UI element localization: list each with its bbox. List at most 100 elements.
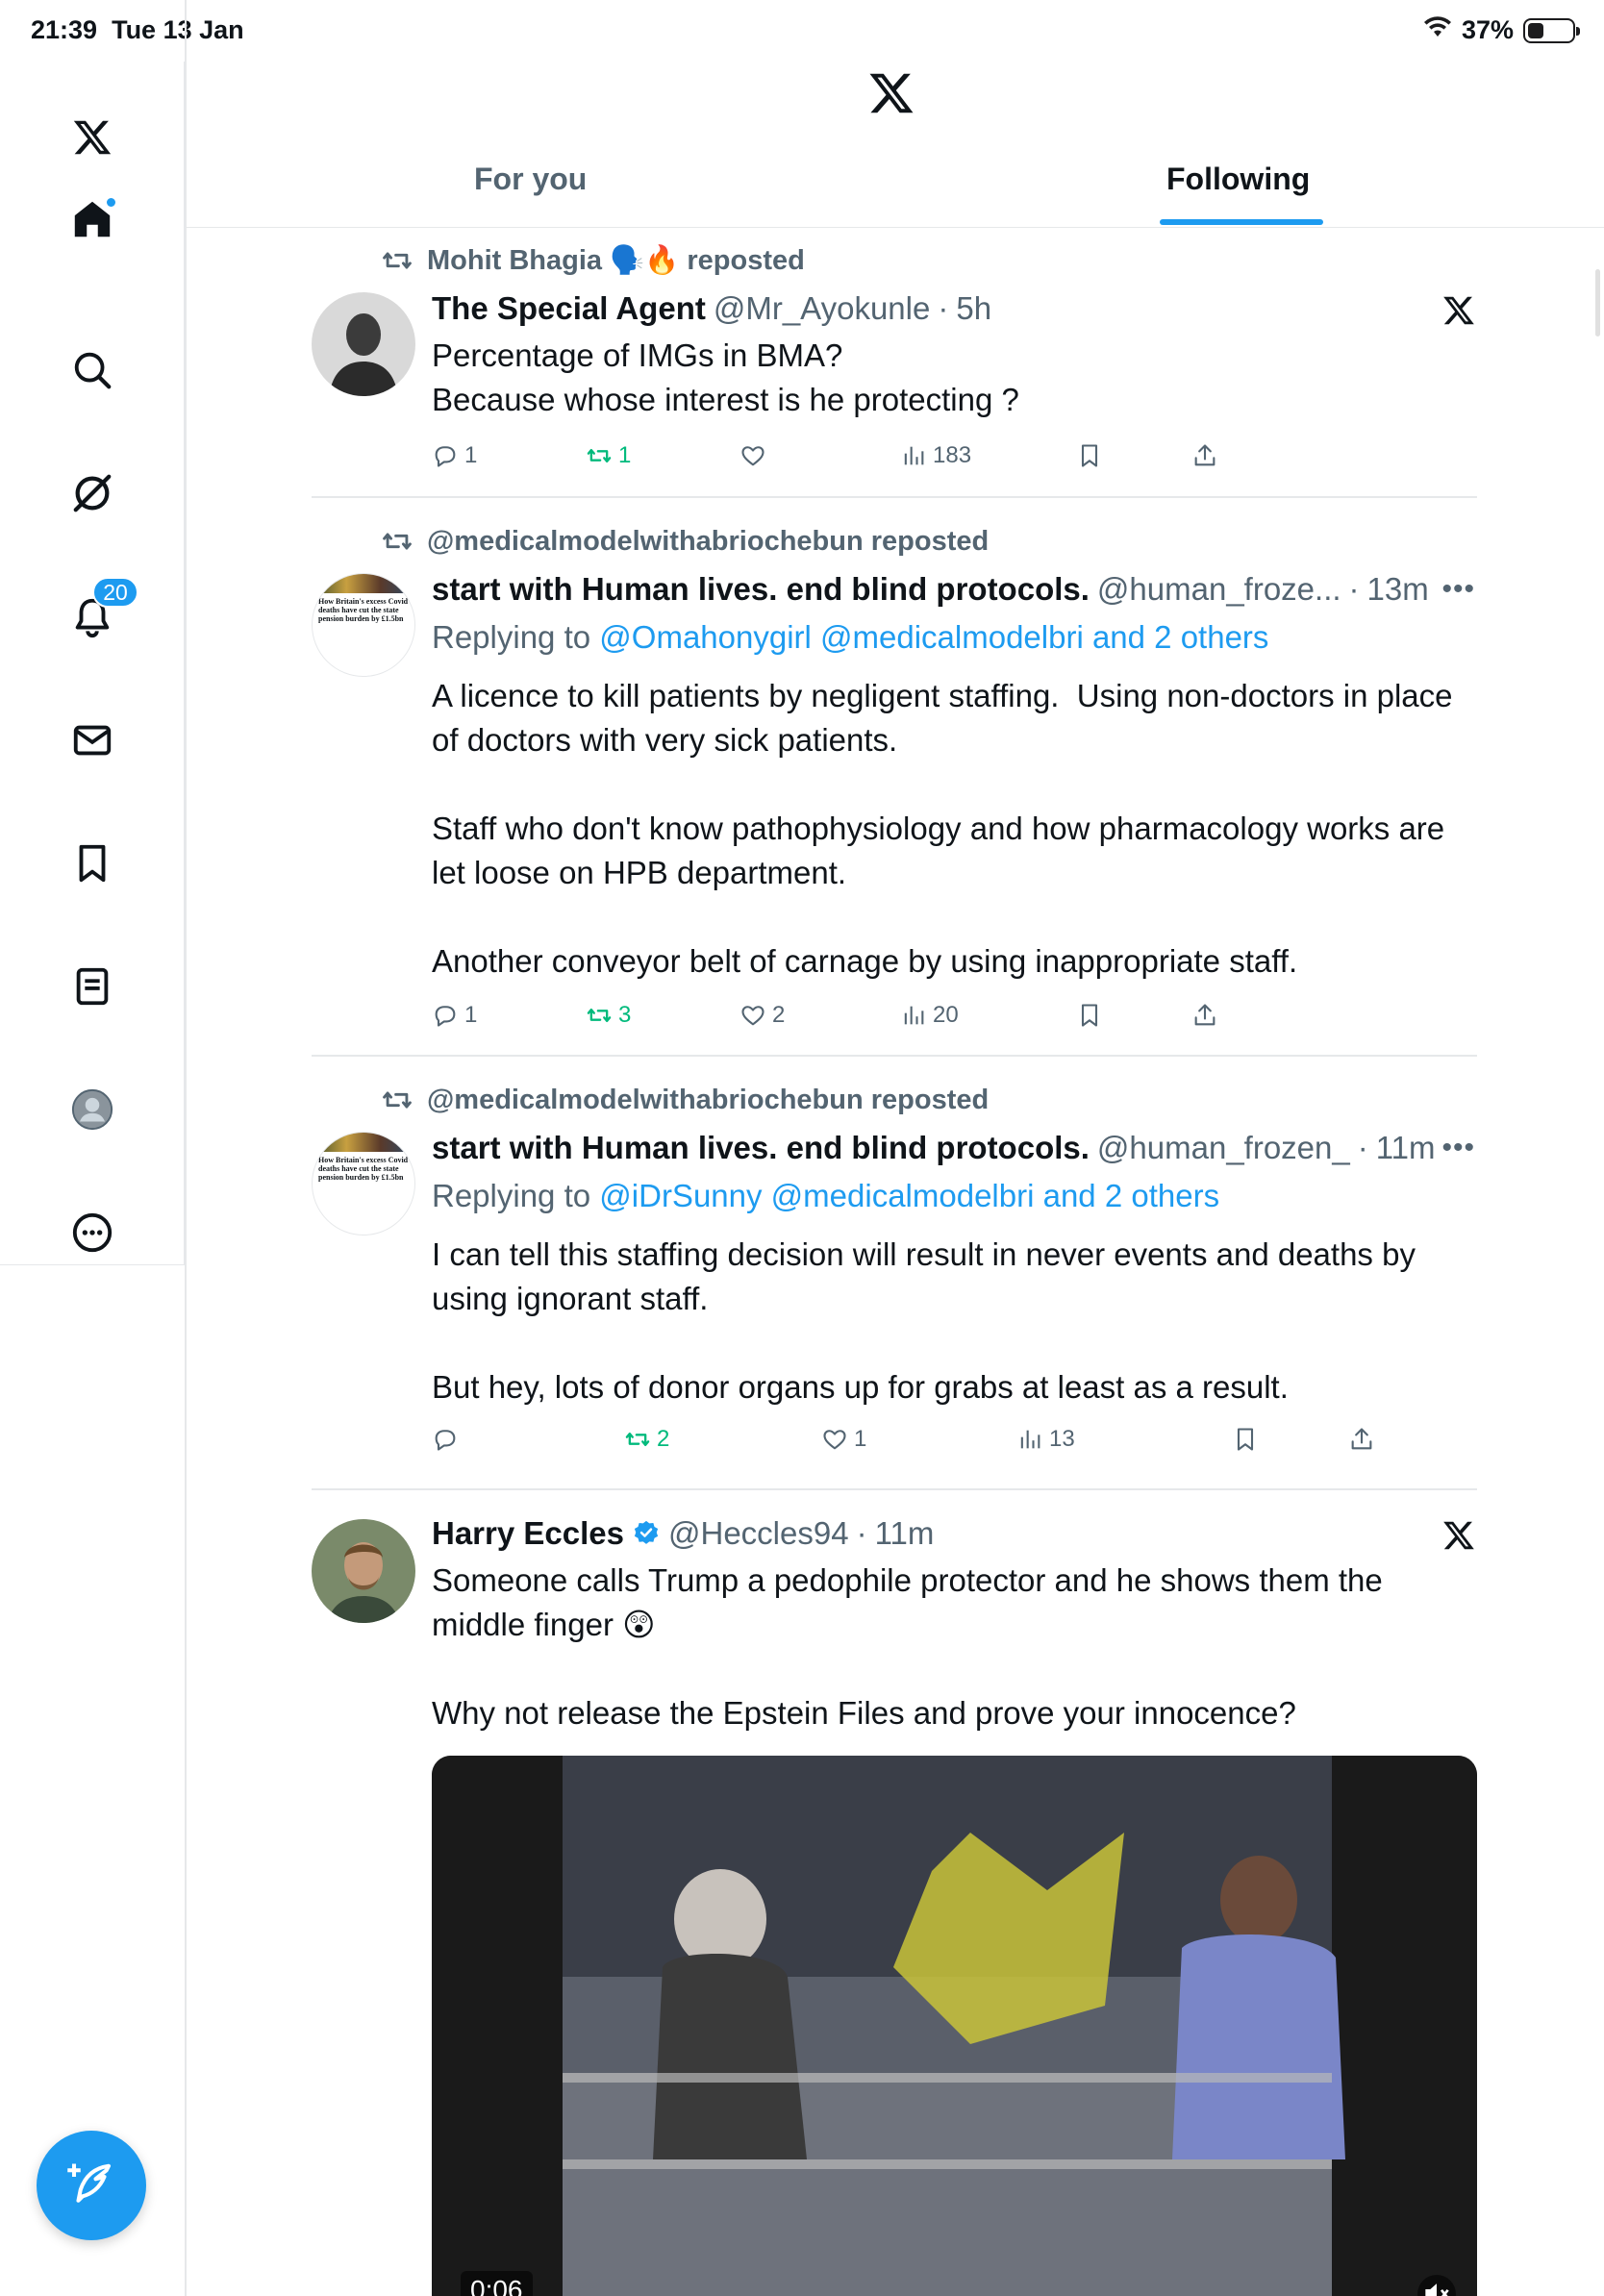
author-name[interactable]: start with Human lives. end blind protoc… [432,571,1090,608]
tweet-divider [312,1488,1477,1490]
video-player[interactable]: 0:06 [432,1756,1477,2296]
home-icon[interactable] [63,190,121,248]
reply-icon [435,1430,456,1451]
repost-icon [587,1009,612,1022]
more-options-button[interactable]: ••• [1441,573,1475,606]
home-unread-dot [105,196,117,209]
bookmark-icon [1081,1004,1098,1027]
like-button[interactable]: 2 [739,1002,785,1029]
repost-icon [625,1433,650,1446]
views-button[interactable]: 13 [1016,1426,1075,1453]
like-button[interactable] [739,442,772,469]
share-button[interactable] [1348,1426,1375,1453]
timeline-header: For you Following [186,62,1604,228]
author-handle[interactable]: @human_frozen_ [1097,1130,1350,1166]
share-icon [1351,1428,1372,1450]
avatar[interactable]: How Britain's excess Covid deaths have c… [312,573,415,677]
heart-icon [823,1430,846,1450]
profile-icon[interactable] [63,1081,121,1138]
tweet-3[interactable]: @medicalmodelwithabriochebun reposted Ho… [312,1084,1477,1487]
repost-icon [383,252,412,269]
repost-button[interactable]: 2 [624,1426,669,1453]
tweet-divider [312,1055,1477,1057]
reply-button[interactable]: 1 [432,1002,477,1029]
search-icon[interactable] [63,341,121,399]
author-handle[interactable]: @human_froze... [1097,571,1341,608]
grok-icon[interactable] [63,464,121,522]
action-bar: 1 3 2 20 [432,1002,1393,1036]
tweet-header: start with Human lives. end blind protoc… [432,571,1429,608]
tweet-text: Percentage of IMGs in BMA? Because whose… [432,337,1019,417]
views-icon [1020,1430,1040,1449]
tab-following[interactable]: Following [1166,162,1310,197]
tweet-header: start with Human lives. end blind protoc… [432,1130,1436,1166]
author-handle[interactable]: @Heccles94 [668,1515,849,1552]
scrollbar[interactable] [1595,269,1600,337]
tweet-text: I can tell this staffing decision will r… [432,1236,1416,1405]
bookmark-button[interactable] [1076,442,1103,469]
heart-icon [741,446,764,466]
more-icon[interactable] [63,1204,121,1261]
bookmark-icon [1237,1428,1254,1451]
author-name[interactable]: Harry Eccles [432,1515,624,1552]
reply-button[interactable] [432,1426,464,1453]
tweet-1[interactable]: Mohit Bhagia 🗣️🔥 reposted The Special Ag… [312,244,1477,494]
heart-icon [741,1006,764,1026]
tweet-text: A licence to kill patients by negligent … [432,678,1453,979]
mail-icon[interactable] [63,711,121,769]
lists-icon[interactable] [63,958,121,1015]
bookmark-icon[interactable] [63,835,121,892]
tab-for-you[interactable]: For you [474,162,587,197]
tweet-divider [312,496,1477,498]
compose-post-button[interactable] [37,2131,146,2240]
avatar[interactable]: How Britain's excess Covid deaths have c… [312,1132,415,1235]
mute-button[interactable] [1417,2275,1456,2296]
tweet-2[interactable]: @medicalmodelwithabriochebun reposted Ho… [312,525,1477,1054]
action-bar: 2 1 13 [432,1426,1393,1460]
video-timestamp: 0:06 [461,2271,533,2296]
muted-speaker-icon [1425,2284,1449,2296]
compose-feather-icon [67,2163,112,2203]
repost-icon [587,449,612,462]
repost-indicator: @medicalmodelwithabriochebun reposted [381,1084,989,1116]
author-handle[interactable]: @Mr_Ayokunle [714,290,931,327]
more-options-button[interactable]: ••• [1441,1132,1475,1164]
tweet-4[interactable]: Harry Eccles @Heccles94 · 11m Someone ca… [312,1515,1477,1756]
verified-badge-icon [634,1520,659,1544]
share-icon [1194,1004,1216,1026]
views-icon [904,446,924,465]
battery-percent: 37% [1461,15,1514,44]
repost-button[interactable]: 3 [586,1002,631,1029]
repost-button[interactable]: 1 [586,442,631,469]
repost-icon [383,1091,412,1109]
avatar[interactable] [312,1519,415,1623]
replying-to-links[interactable]: @iDrSunny @medicalmodelbri and 2 others [599,1178,1219,1213]
reply-button[interactable]: 1 [432,442,477,469]
tweet-time[interactable]: 13m [1367,571,1429,608]
avatar[interactable] [312,292,415,396]
views-button[interactable]: 20 [900,1002,959,1029]
author-name[interactable]: start with Human lives. end blind protoc… [432,1130,1090,1166]
bookmark-button[interactable] [1232,1426,1259,1453]
x-logo[interactable] [63,109,121,166]
wifi-icon [1423,15,1452,45]
video-frame [432,1756,1477,2296]
repost-indicator: Mohit Bhagia 🗣️🔥 reposted [381,244,805,277]
tweet-time[interactable]: 11m [875,1515,935,1552]
x-logo-header[interactable] [865,67,917,119]
reply-icon [435,446,456,467]
share-button[interactable] [1191,1002,1218,1029]
author-name[interactable]: The Special Agent [432,290,706,327]
tweet-time[interactable]: 5h [956,290,991,327]
views-button[interactable]: 183 [900,442,971,469]
tweet-time[interactable]: 11m [1376,1130,1436,1166]
action-bar: 1 1 183 [432,442,1393,477]
bookmark-icon [1081,444,1098,467]
replying-to-links[interactable]: @Omahonygirl @medicalmodelbri and 2 othe… [599,619,1268,655]
notifications-icon[interactable]: 20 [63,577,138,646]
share-button[interactable] [1191,442,1218,469]
status-time: 21:39 Tue 13 Jan [31,15,244,44]
repost-icon [383,533,412,550]
like-button[interactable]: 1 [821,1426,866,1453]
bookmark-button[interactable] [1076,1002,1103,1029]
